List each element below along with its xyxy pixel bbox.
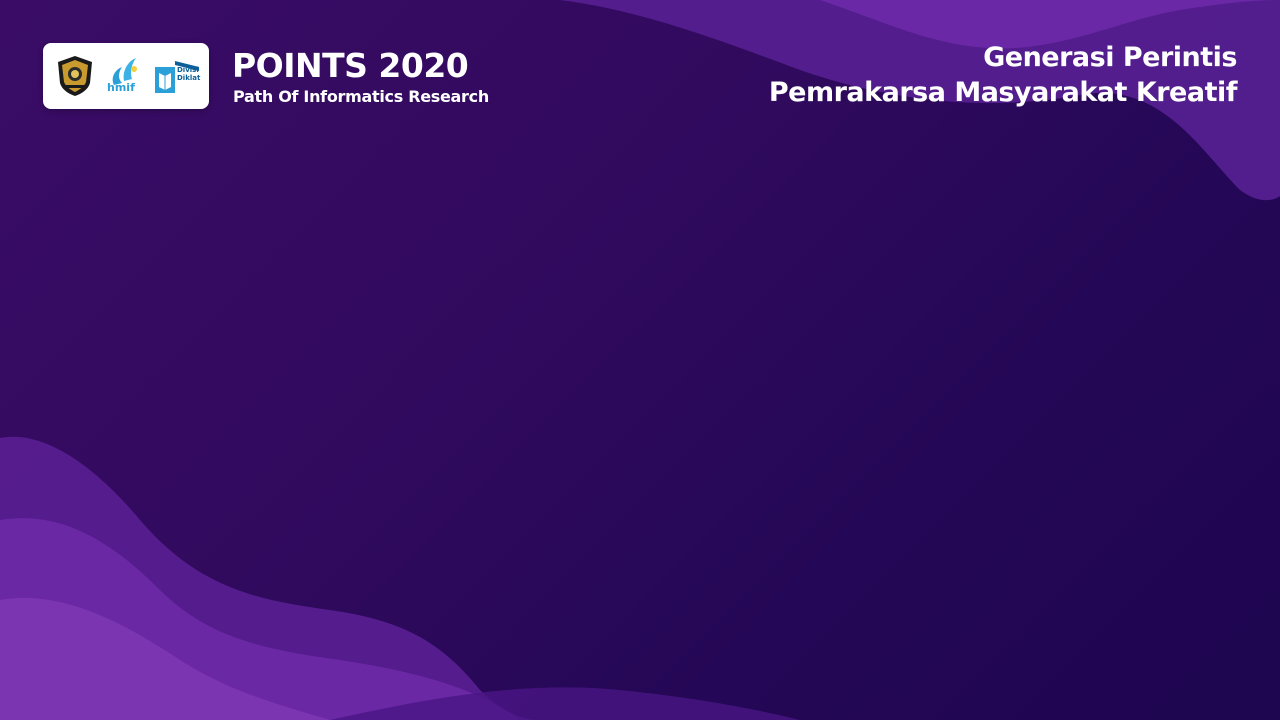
tagline-line-1: Generasi Perintis — [983, 42, 1237, 73]
divisi-diklat-label-line1: Divisi — [177, 66, 199, 74]
hmif-logo-label: hmif — [107, 81, 135, 94]
tagline-line-2: Pemrakarsa Masyarakat Kreatif — [768, 77, 1238, 108]
divisi-diklat-label-line2: Diklat — [177, 74, 201, 82]
event-title: POINTS 2020 — [232, 46, 469, 85]
divisi-diklat-label: Divisi Diklat — [177, 66, 203, 82]
university-seal-icon — [58, 56, 92, 96]
logo-card: hmif Divisi Diklat — [43, 43, 209, 109]
event-subtitle: Path Of Informatics Research — [233, 87, 489, 106]
